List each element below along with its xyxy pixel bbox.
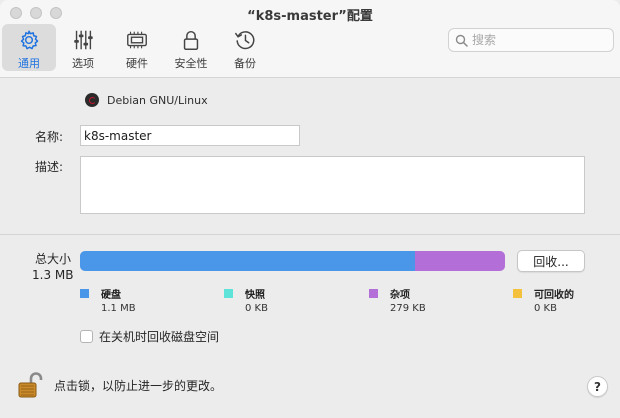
tab-general[interactable]: 通用: [2, 24, 56, 71]
reclaim-on-shutdown-option[interactable]: 在关机时回收磁盘空间: [80, 328, 219, 345]
tab-backup[interactable]: 备份: [218, 24, 272, 71]
tab-security[interactable]: 安全性: [164, 24, 218, 71]
legend-name: 快照: [245, 290, 265, 301]
lock-hint-text: 点击锁，以防止进一步的更改。: [54, 379, 223, 393]
legend-name: 可回收的: [534, 290, 574, 301]
legend-hard-disk: 硬盘 1.1 MB: [80, 286, 136, 314]
reclaim-on-shutdown-checkbox[interactable]: [80, 330, 93, 343]
legend-swatch: [224, 289, 233, 298]
search-field[interactable]: [448, 28, 614, 52]
os-name: Debian GNU/Linux: [107, 93, 208, 107]
legend-value: 1.1 MB: [101, 303, 136, 314]
name-label: 名称:: [35, 130, 64, 144]
search-input[interactable]: [472, 33, 602, 47]
total-size-value: 1.3 MB: [32, 268, 74, 282]
lock-icon: [183, 30, 199, 50]
usage-segment: [414, 251, 505, 271]
chip-icon: [127, 31, 147, 49]
tab-label: 硬件: [126, 57, 148, 70]
legend-value: 279 KB: [390, 303, 426, 314]
tab-label: 通用: [18, 57, 40, 70]
search-icon: [455, 34, 468, 47]
tab-label: 备份: [234, 57, 256, 70]
name-field[interactable]: [80, 125, 300, 146]
os-info: Debian GNU/Linux: [85, 93, 208, 107]
description-label: 描述:: [35, 160, 64, 174]
divider: [0, 234, 620, 235]
reclaim-on-shutdown-label: 在关机时回收磁盘空间: [99, 330, 220, 344]
window-title: “k8s-master”配置: [247, 9, 373, 24]
help-button[interactable]: ?: [587, 376, 608, 397]
gear-icon: [20, 30, 39, 50]
storage-usage-bar: [80, 251, 505, 271]
toolbar: 通用 选项 硬件 安全性 备份: [2, 24, 272, 71]
padlock-unlocked-icon[interactable]: [16, 370, 46, 400]
tab-label: 选项: [72, 57, 94, 70]
tab-hardware[interactable]: 硬件: [110, 24, 164, 71]
config-window: “k8s-master”配置 通用 选项 硬件 安全性 备份 搜索 Debian…: [0, 0, 620, 418]
sliders-icon: [74, 30, 93, 50]
legend-swatch: [80, 289, 89, 298]
legend-name: 硬盘: [101, 290, 121, 301]
legend-misc: 杂项 279 KB: [369, 286, 426, 314]
description-field[interactable]: [80, 156, 585, 214]
debian-logo-icon: [85, 93, 99, 107]
usage-segment: [80, 251, 415, 271]
legend-value: 0 KB: [534, 303, 557, 314]
legend-swatch: [513, 289, 522, 298]
titlebar: “k8s-master”配置 通用 选项 硬件 安全性 备份 搜索: [0, 0, 620, 78]
reclaim-button[interactable]: 回收...: [517, 250, 585, 272]
legend-swatch: [369, 289, 378, 298]
history-clock-icon: [235, 31, 255, 50]
legend-reclaimable: 可回收的 0 KB: [513, 286, 574, 314]
legend-snapshots: 快照 0 KB: [224, 286, 268, 314]
total-size-label: 总大小: [35, 252, 72, 266]
legend-value: 0 KB: [245, 303, 268, 314]
tab-label: 安全性: [174, 57, 208, 70]
tab-options[interactable]: 选项: [56, 24, 110, 71]
legend-name: 杂项: [390, 290, 410, 301]
